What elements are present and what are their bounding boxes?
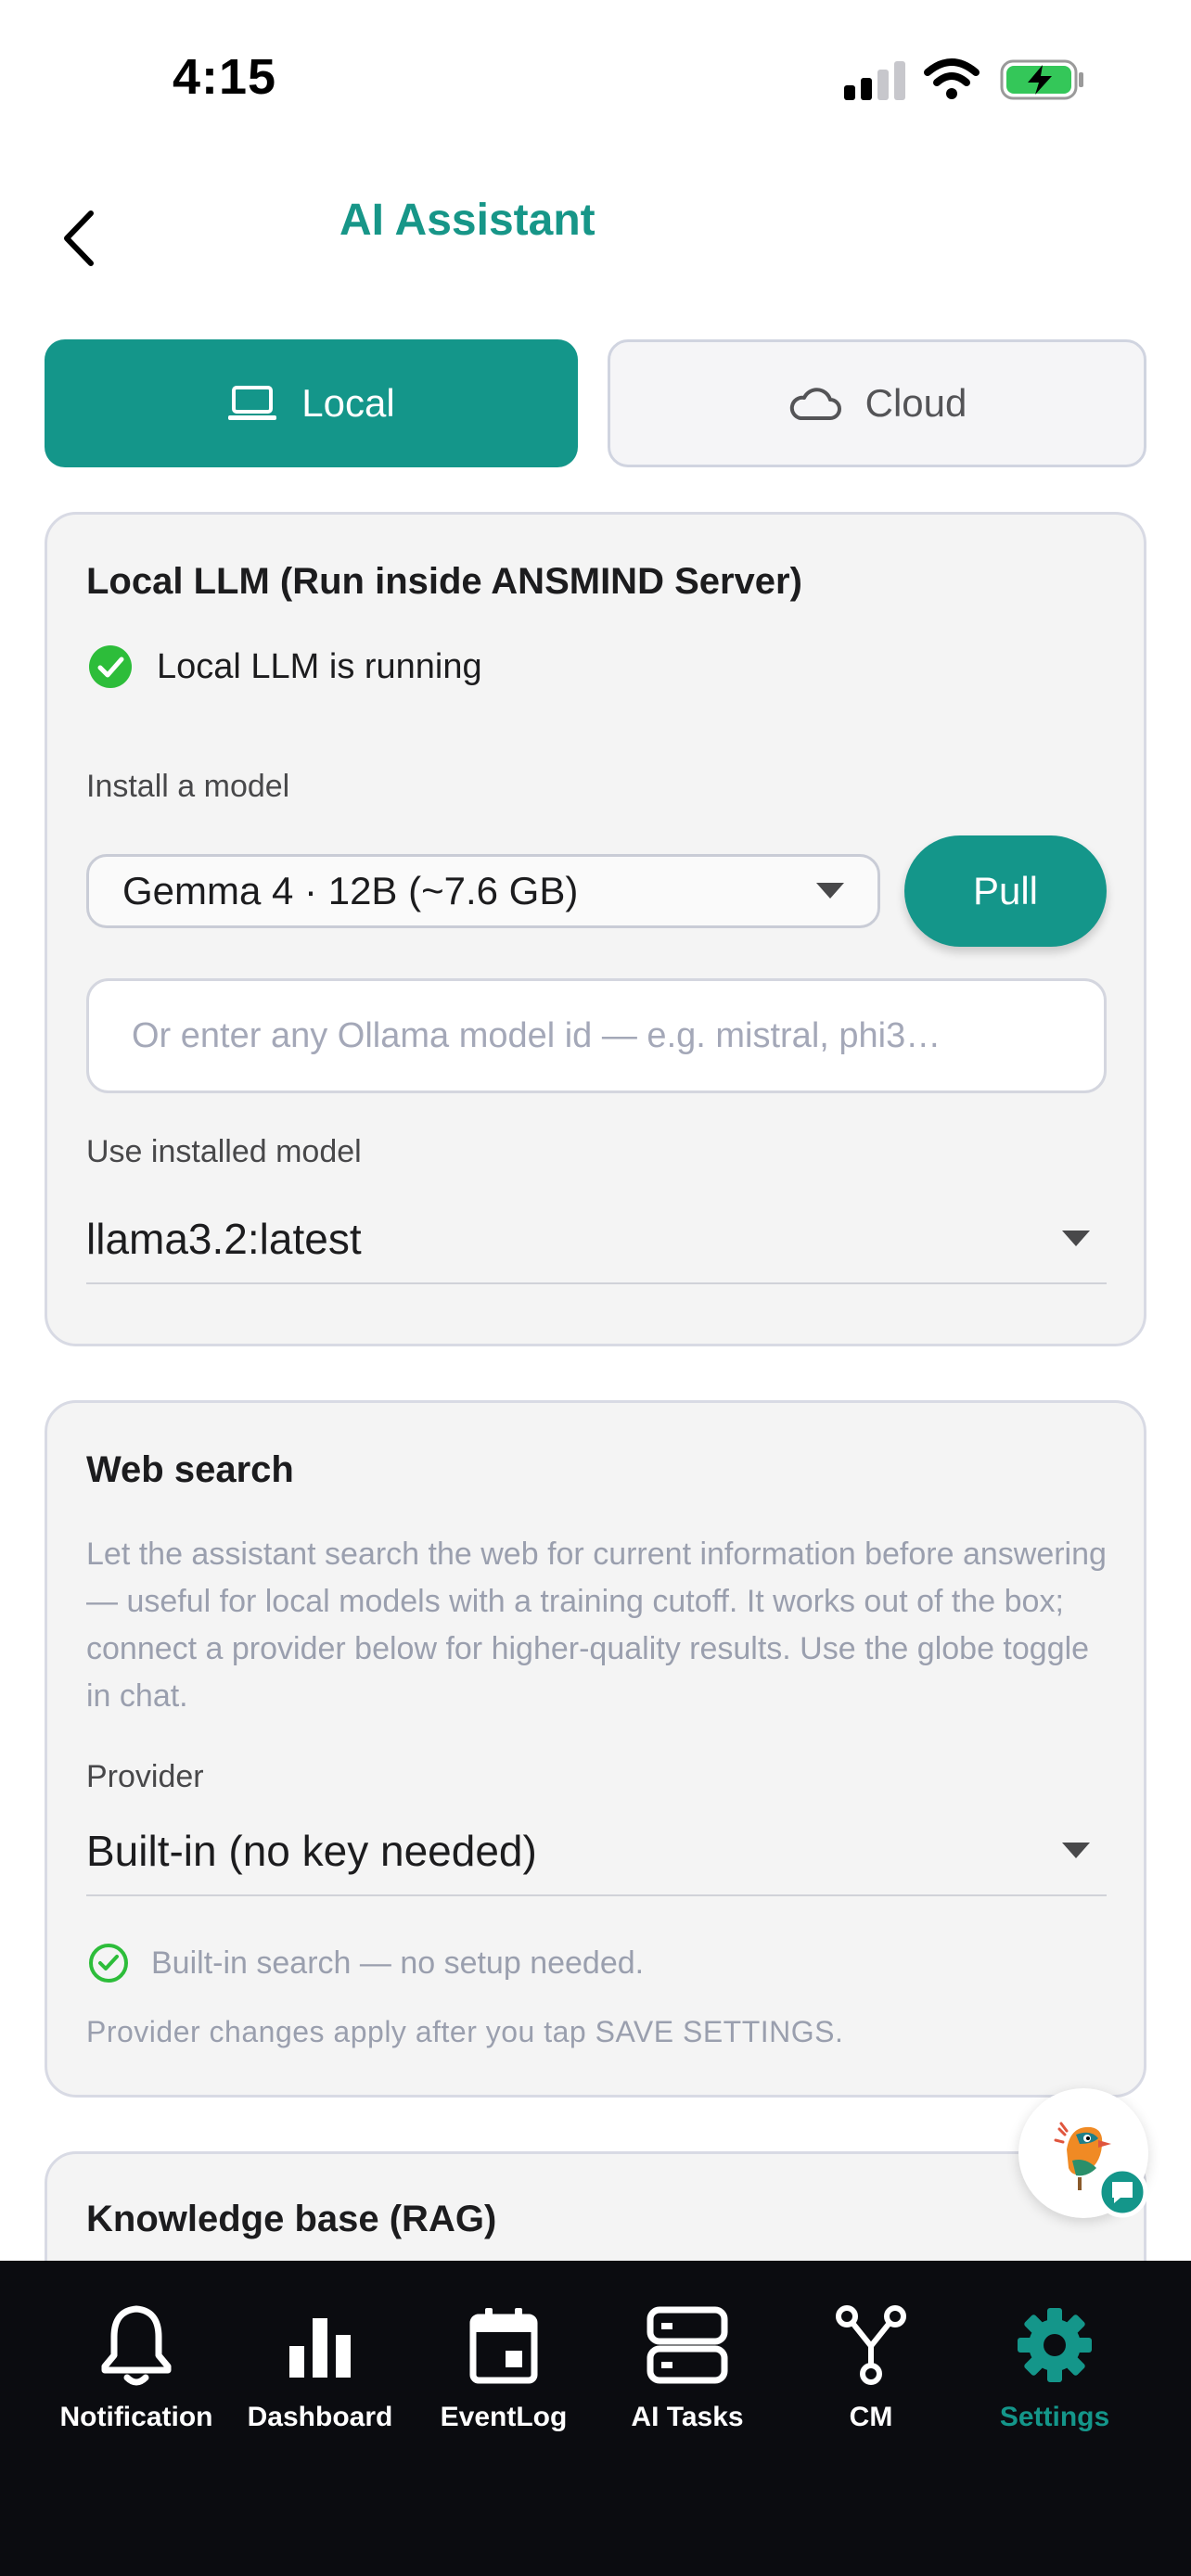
provider-value: Built-in (no key needed)	[86, 1827, 537, 1875]
nav-label: CM	[849, 2402, 893, 2432]
nav-ai-tasks[interactable]: AI Tasks	[596, 2261, 779, 2446]
install-model-label: Install a model	[86, 769, 290, 804]
installed-model-select[interactable]: llama3.2:latest	[86, 1195, 1107, 1284]
bell-icon	[101, 2305, 172, 2386]
llm-status-text: Local LLM is running	[157, 646, 482, 686]
provider-note: Provider changes apply after you tap SAV…	[86, 2015, 844, 2048]
knowledge-base-title: Knowledge base (RAG)	[86, 2199, 497, 2239]
nav-label: Dashboard	[247, 2402, 393, 2432]
provider-label: Provider	[86, 1759, 204, 1794]
web-search-card: Web search Let the assistant search the …	[45, 1400, 1146, 2098]
status-time: 4:15	[173, 49, 277, 105]
cloud-mode-button[interactable]: Cloud	[608, 339, 1146, 467]
nav-label: EventLog	[440, 2402, 568, 2432]
assistant-bird-icon	[1054, 2122, 1148, 2218]
bar-chart-icon	[289, 2318, 351, 2378]
nav-cm[interactable]: CM	[779, 2261, 963, 2446]
server-icon	[647, 2306, 728, 2384]
nav-label: Notification	[59, 2402, 213, 2432]
check-circle-icon	[89, 645, 132, 688]
chevron-left-icon	[64, 210, 94, 266]
nav-settings[interactable]: Settings	[963, 2261, 1146, 2446]
mode-toggle: Local Cloud	[45, 339, 1146, 467]
battery-charging-icon	[1000, 59, 1083, 100]
calendar-icon	[469, 2308, 538, 2384]
llm-status: Local LLM is running	[88, 644, 482, 689]
check-circle-outline-icon	[89, 1944, 128, 1983]
model-id-input[interactable]	[86, 978, 1107, 1093]
dropdown-caret-icon	[816, 883, 844, 899]
local-mode-button[interactable]: Local	[45, 339, 578, 467]
installed-model-value: llama3.2:latest	[86, 1215, 362, 1263]
install-model-value: Gemma 4 · 12B (~7.6 GB)	[122, 869, 579, 912]
local-llm-card: Local LLM (Run inside ANSMIND Server) Lo…	[45, 512, 1146, 1346]
local-mode-label: Local	[301, 381, 395, 425]
nav-dashboard[interactable]: Dashboard	[228, 2261, 412, 2446]
bottom-navigation: Notification Dashboard EventLog AI Tasks…	[0, 2261, 1191, 2576]
provider-select[interactable]: Built-in (no key needed)	[86, 1807, 1107, 1896]
local-llm-title: Local LLM (Run inside ANSMIND Server)	[86, 561, 802, 602]
pull-button[interactable]: Pull	[904, 835, 1107, 947]
cloud-icon	[789, 388, 841, 420]
gear-icon	[1018, 2308, 1092, 2382]
graph-icon	[836, 2305, 906, 2385]
nav-eventlog[interactable]: EventLog	[412, 2261, 596, 2446]
install-model-select[interactable]: Gemma 4 · 12B (~7.6 GB)	[86, 854, 880, 928]
wifi-icon	[924, 58, 980, 99]
installed-model-label: Use installed model	[86, 1134, 362, 1169]
nav-label: Settings	[999, 2402, 1110, 2432]
cellular-signal-icon	[844, 61, 905, 100]
dropdown-caret-icon	[1062, 1843, 1090, 1858]
provider-status: Built-in search — no setup needed.	[88, 1943, 644, 1983]
dropdown-caret-icon	[1062, 1231, 1090, 1246]
back-button[interactable]	[52, 206, 104, 271]
assistant-chat-button[interactable]	[1018, 2088, 1148, 2218]
provider-status-text: Built-in search — no setup needed.	[151, 1945, 645, 1981]
web-search-description: Let the assistant search the web for cur…	[86, 1537, 1107, 1714]
web-search-title: Web search	[86, 1449, 294, 1490]
cloud-mode-label: Cloud	[864, 381, 967, 425]
status-bar: 4:15	[0, 0, 1191, 158]
page-title: AI Assistant	[339, 196, 596, 245]
nav-notification[interactable]: Notification	[45, 2261, 228, 2446]
nav-label: AI Tasks	[631, 2402, 744, 2432]
laptop-icon	[228, 386, 277, 420]
